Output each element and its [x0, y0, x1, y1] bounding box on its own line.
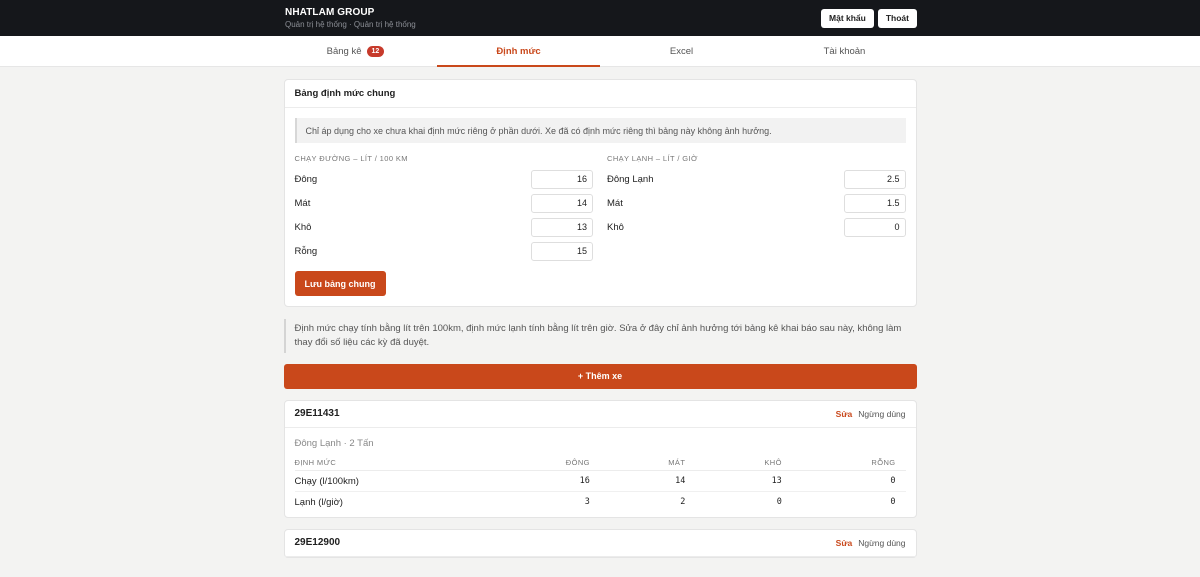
norm-label: Mát [294, 197, 311, 209]
run-dong-input[interactable] [531, 169, 593, 189]
vehicle-header: 29E12900 Sửa Ngừng dùng [284, 530, 916, 557]
column-header: MÁT [599, 454, 696, 472]
column-header: RỖNG [791, 454, 906, 472]
tab-excel[interactable]: Excel [600, 36, 763, 66]
brand: NHATLAM GROUP Quản trị hệ thống · Quản t… [285, 7, 416, 29]
tab-dinh-muc[interactable]: Định mức [437, 36, 600, 67]
table-cell: 13 [695, 470, 792, 493]
tab-label: Excel [669, 45, 694, 57]
tab-label: Định mức [496, 45, 541, 57]
content: Bảng định mức chung Chỉ áp dụng cho xe c… [283, 79, 917, 558]
table-cell: Chạy (l/100km) [294, 470, 487, 493]
table-cell: 0 [776, 497, 782, 508]
disable-vehicle-link[interactable]: Ngừng dùng [858, 409, 905, 419]
table-cell: 0 [890, 497, 896, 508]
tab-bang-ke[interactable]: Bảng kê 12 [274, 36, 437, 66]
table-cell: 0 [791, 470, 906, 493]
norm-label: Mát [607, 197, 623, 209]
vehicle-plate: 29E12900 [294, 537, 341, 549]
table-row: Chạy (l/100km) 16 14 13 0 [294, 470, 906, 493]
run-rong-input[interactable] [531, 241, 593, 261]
vehicle-actions: Sửa Ngừng dùng [836, 538, 906, 548]
tab-label: Bảng kê [326, 45, 362, 57]
norm-label: Đông Lạnh [607, 173, 654, 185]
table-cell: 16 [486, 470, 600, 493]
vehicle-header: 29E11431 Sửa Ngừng dùng [284, 401, 916, 428]
cold-dong-lanh-input[interactable] [843, 169, 906, 189]
norm-grid: CHẠY ĐƯỜNG – LÍT / 100 KM Đông Mát Khô [295, 154, 906, 263]
top-bar: NHATLAM GROUP Quản trị hệ thống · Quản t… [0, 0, 1200, 36]
norm-row: Đông Lạnh [607, 167, 906, 191]
vehicle-meta: Đông Lạnh · 2 Tấn [294, 437, 374, 449]
norm-row: Khô [294, 215, 593, 239]
cold-kho-input[interactable] [843, 217, 906, 237]
change-password-button[interactable]: Mật khẩu [821, 8, 874, 28]
edit-vehicle-link[interactable]: Sửa [836, 409, 853, 419]
run-kho-input[interactable] [531, 217, 593, 237]
run-norm-column: CHẠY ĐƯỜNG – LÍT / 100 KM Đông Mát Khô [294, 154, 593, 263]
edit-vehicle-link[interactable]: Sửa [836, 538, 853, 548]
column-header: KHÔ [695, 454, 792, 472]
vehicle-actions: Sửa Ngừng dùng [836, 409, 906, 419]
disable-vehicle-link[interactable]: Ngừng dùng [858, 538, 905, 548]
norm-row: Rỗng [294, 239, 593, 263]
norm-label: Khô [607, 221, 624, 233]
norm-label: Đông [294, 173, 318, 185]
vehicle-card: 29E12900 Sửa Ngừng dùng [283, 528, 917, 558]
count-badge: 12 [366, 45, 385, 57]
card-body: Chỉ áp dụng cho xe chưa khai định mức ri… [285, 108, 916, 306]
table-row: Lạnh (l/giờ) 3 2 0 0 [295, 492, 906, 513]
table-cell: 2 [680, 497, 686, 508]
norm-row: Mát [607, 191, 906, 215]
general-norm-card: Bảng định mức chung Chỉ áp dụng cho xe c… [283, 79, 917, 307]
table-cell: 14 [599, 470, 696, 493]
norm-row: Khô [607, 215, 906, 239]
top-actions: Mật khẩu Thoát [821, 8, 917, 28]
norm-row: Đông [294, 167, 593, 191]
brand-subtitle: Quản trị hệ thống · Quản trị hệ thống [285, 20, 416, 29]
add-vehicle-button[interactable]: + Thêm xe [283, 363, 917, 389]
tab-tai-khoan[interactable]: Tài khoản [763, 36, 926, 66]
norm-row: Mát [294, 191, 593, 215]
main-tabs: Bảng kê 12 Định mức Excel Tài khoản [0, 36, 1200, 67]
cold-mat-input[interactable] [843, 193, 906, 213]
table-cell: Lạnh (l/giờ) [294, 496, 343, 508]
vehicle-card: 29E11431 Sửa Ngừng dùng Đông Lạnh · 2 Tấ… [283, 399, 917, 518]
norm-label: Rỗng [294, 245, 318, 257]
cold-norm-column: CHẠY LẠNH – LÍT / GIỜ Đông Lạnh Mát Khô [607, 154, 906, 263]
cold-norm-heading: CHẠY LẠNH – LÍT / GIỜ [607, 154, 698, 163]
vehicle-norm-table: ĐỊNH MỨC ĐÔNG MÁT KHÔ RỖNG Chạy (l/100km… [294, 454, 906, 513]
table-cell: 3 [584, 497, 590, 508]
info-note: Định mức chạy tính bằng lít trên 100km, … [283, 319, 917, 353]
column-header: ĐÔNG [486, 454, 600, 472]
vehicle-plate: 29E11431 [294, 408, 340, 420]
norm-label: Khô [294, 221, 312, 233]
scope-note: Chỉ áp dụng cho xe chưa khai định mức ri… [294, 118, 906, 143]
save-general-norm-button[interactable]: Lưu bảng chung [294, 271, 386, 296]
run-mat-input[interactable] [531, 193, 593, 213]
table-header-row: ĐỊNH MỨC ĐÔNG MÁT KHÔ RỖNG [294, 454, 906, 472]
card-header: Bảng định mức chung [284, 80, 916, 108]
logout-button[interactable]: Thoát [877, 8, 917, 28]
card-title: Bảng định mức chung [294, 88, 396, 99]
brand-title: NHATLAM GROUP [285, 7, 375, 18]
column-header: ĐỊNH MỨC [294, 454, 487, 472]
run-norm-heading: CHẠY ĐƯỜNG – LÍT / 100 KM [294, 154, 408, 163]
tab-label: Tài khoản [823, 45, 866, 57]
